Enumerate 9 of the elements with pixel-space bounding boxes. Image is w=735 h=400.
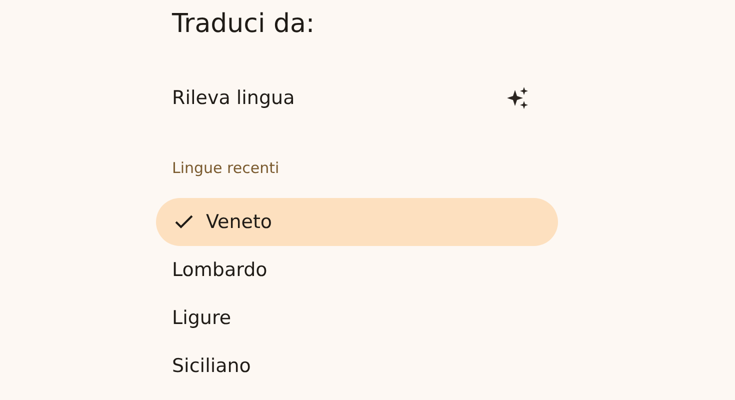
sparkle-icon: [506, 86, 530, 110]
section-label: Lingue recenti: [171, 158, 280, 178]
check-icon: [174, 214, 194, 230]
language-item[interactable]: Siciliano: [156, 342, 558, 390]
language-item[interactable]: Veneto: [156, 198, 558, 246]
language-item[interactable]: Ligure: [156, 294, 558, 342]
dialog-title: Traduci da:: [170, 8, 315, 41]
language-item[interactable]: Lombardo: [156, 246, 558, 294]
detect-language-option[interactable]: Rileva lingua: [172, 87, 295, 109]
